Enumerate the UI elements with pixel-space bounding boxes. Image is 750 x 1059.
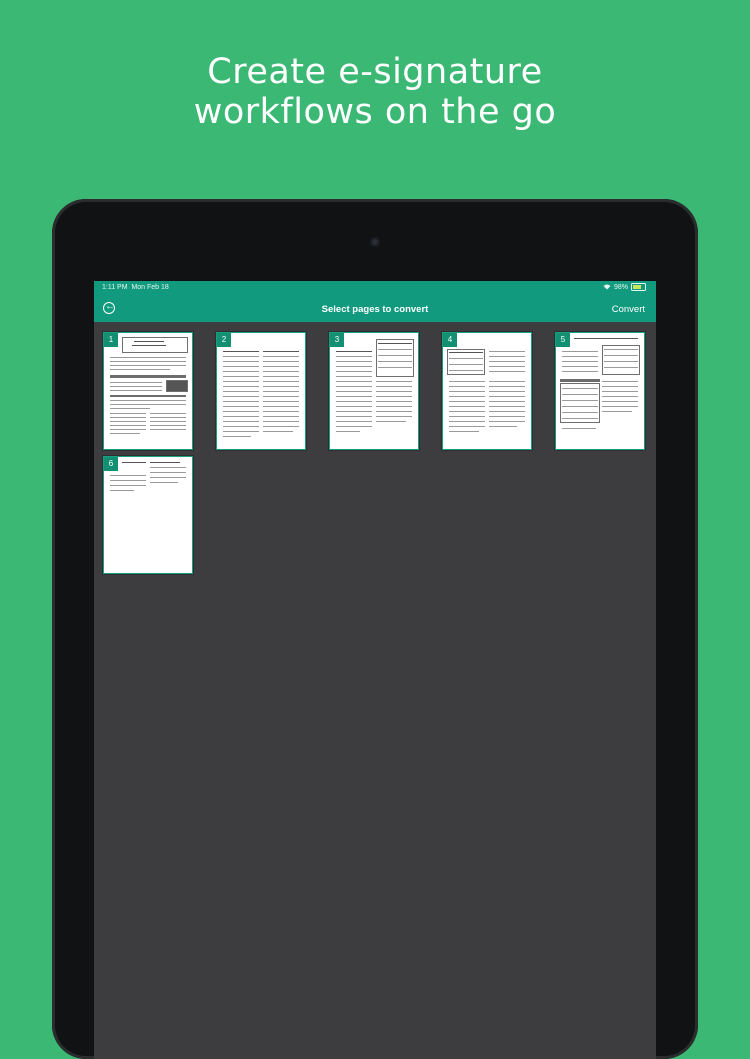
headline-line-1: Create e-signature <box>207 52 543 92</box>
page-number-badge: 5 <box>556 333 570 347</box>
app-bar: ← Select pages to convert Convert <box>94 296 656 322</box>
headline-line-2: workflows on the go <box>193 92 557 132</box>
page-thumbnail[interactable]: 5 <box>556 333 644 449</box>
battery-icon <box>631 283 646 291</box>
page-number-badge: 6 <box>104 457 118 471</box>
status-date: Mon Feb 18 <box>131 284 169 291</box>
page-number-badge: 2 <box>217 333 231 347</box>
app-screen: 1:11 PM Mon Feb 18 98% ← Select pages to… <box>94 281 656 1059</box>
page-thumbnail[interactable]: 6 <box>104 457 192 573</box>
page-number-badge: 3 <box>330 333 344 347</box>
tablet-frame: 1:11 PM Mon Feb 18 98% ← Select pages to… <box>52 199 698 1059</box>
page-title: Select pages to convert <box>321 304 429 315</box>
status-bar: 1:11 PM Mon Feb 18 98% <box>94 281 656 296</box>
convert-button[interactable]: Convert <box>612 304 645 315</box>
battery-percent: 98% <box>613 283 628 291</box>
page-number-badge: 4 <box>443 333 457 347</box>
camera-icon <box>370 237 380 247</box>
page-thumbnail[interactable]: 4 <box>443 333 531 449</box>
page-thumbnail[interactable]: 2 <box>217 333 305 449</box>
promo-headline: Create e-signature workflows on the go <box>0 52 750 132</box>
page-thumbnail[interactable]: 3 <box>330 333 418 449</box>
wifi-icon <box>603 284 611 290</box>
page-number-badge: 1 <box>104 333 118 347</box>
page-thumbnail[interactable]: 1 <box>104 333 192 449</box>
status-time: 1:11 PM <box>102 284 128 291</box>
